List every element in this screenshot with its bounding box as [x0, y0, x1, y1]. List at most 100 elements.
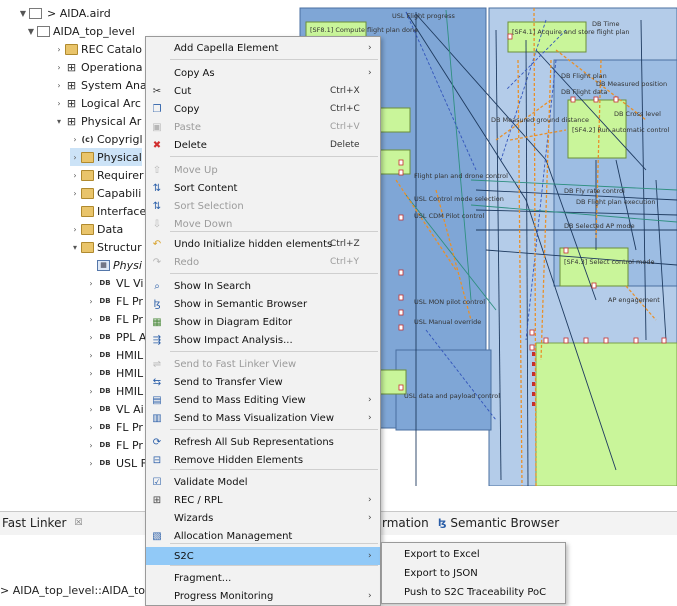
tree-row[interactable]: › Data	[70, 220, 123, 238]
chevron-right-icon[interactable]: ›	[86, 333, 96, 342]
diagram-label[interactable]: USL Manual override	[414, 318, 481, 326]
chevron-right-icon[interactable]: ›	[70, 225, 80, 234]
tree-row[interactable]: › Physical	[70, 148, 142, 166]
menu-item-progress-monitoring[interactable]: Progress Monitoring ›	[146, 587, 380, 605]
menu-item-validate-model[interactable]: ☑ Validate Model	[146, 473, 380, 491]
menu-item-copy[interactable]: ❐ Copy Ctrl+C	[146, 100, 380, 118]
diagram-label[interactable]: DB Measured position	[596, 80, 667, 88]
tree-row[interactable]: › DB HMIL	[86, 364, 143, 382]
diagram-label[interactable]: Flight plan and drone control	[414, 172, 508, 180]
diagram-label[interactable]: DB Cross level	[614, 110, 661, 118]
menu-item-allocation-management[interactable]: ▧ Allocation Management	[146, 527, 380, 545]
menu-item-wizards[interactable]: Wizards ›	[146, 509, 380, 527]
tree-row[interactable]: › REC Catalo	[54, 40, 142, 58]
tab-fast-linker[interactable]: Fast Linker ☒	[2, 516, 82, 530]
diagram-label[interactable]: DB Flight data	[561, 88, 607, 96]
tree-row[interactable]: › DB VL Vi	[86, 274, 143, 292]
chevron-down-icon[interactable]: ▾	[70, 243, 80, 252]
tree-row[interactable]: › (c) Copyrigl	[70, 130, 142, 148]
menu-item-rec-rpl[interactable]: ⊞ REC / RPL ›	[146, 491, 380, 509]
chevron-right-icon[interactable]: ›	[54, 45, 64, 54]
tree-row[interactable]: › DB FL Pr	[86, 436, 143, 454]
menu-item-sort-selection[interactable]: ⇅ Sort Selection	[146, 197, 380, 215]
diagram-label[interactable]: DB Flight plan	[561, 72, 607, 80]
diagram-label[interactable]: USL Control mode selection	[414, 195, 504, 203]
diagram-label[interactable]: USL Flight progress	[392, 12, 455, 20]
chevron-right-icon[interactable]: ›	[86, 351, 96, 360]
menu-item-refresh-all-sub-representations[interactable]: ⟳ Refresh All Sub Representations	[146, 433, 380, 451]
diagram-label[interactable]: DB Selected AP mode	[564, 222, 635, 230]
chevron-down-icon[interactable]: ▼	[18, 9, 28, 18]
menu-item-send-to-fast-linker-view[interactable]: ⇌ Send to Fast Linker View	[146, 355, 380, 373]
diagram-label[interactable]: [SF4.3] Select control mode	[564, 258, 655, 266]
diagram-label[interactable]: DB Measured ground distance	[491, 116, 589, 124]
chevron-down-icon[interactable]: ▼	[26, 27, 36, 36]
tree-row[interactable]: › Capabili	[70, 184, 141, 202]
menu-item-fragment[interactable]: Fragment...	[146, 569, 380, 587]
tree-row[interactable]: › DB FL Pr	[86, 292, 143, 310]
chevron-right-icon[interactable]: ›	[54, 99, 64, 108]
tree-row[interactable]: › DB VL Ai	[86, 400, 143, 418]
chevron-right-icon[interactable]: ›	[86, 369, 96, 378]
tree-row[interactable]: › DB FL Pr	[86, 310, 143, 328]
chevron-down-icon[interactable]: ▾	[54, 117, 64, 126]
menu-item-delete[interactable]: ✖ Delete Delete	[146, 136, 380, 154]
diagram-label[interactable]: [SF4.1] Acquire and store flight plan	[512, 28, 630, 36]
menu-item-send-to-mass-visualization-view[interactable]: ▥ Send to Mass Visualization View ›	[146, 409, 380, 427]
tree-row[interactable]: › ⊞ Logical Arc	[54, 94, 141, 112]
close-icon[interactable]: ☒	[74, 518, 82, 528]
tree-row[interactable]: › Requirer	[70, 166, 143, 184]
chevron-right-icon[interactable]: ›	[70, 171, 80, 180]
tree-row[interactable]: › DB PPL A	[86, 328, 146, 346]
menu-item-sort-content[interactable]: ⇅ Sort Content	[146, 179, 380, 197]
tab-semantic-browser[interactable]: ɮ Semantic Browser	[438, 516, 559, 530]
menu-item-show-in-search[interactable]: ⌕ Show In Search	[146, 277, 380, 295]
diagram-label[interactable]: DB Time	[592, 20, 619, 28]
tree-row[interactable]: › ⊞ System Ana	[54, 76, 146, 94]
tree-row[interactable]: › DB HMIL	[86, 346, 143, 364]
submenu-item-export-json[interactable]: Export to JSON	[382, 564, 565, 582]
menu-item-move-down[interactable]: ⇩ Move Down	[146, 215, 380, 233]
chevron-right-icon[interactable]: ›	[86, 297, 96, 306]
menu-item-copy-as[interactable]: Copy As ›	[146, 64, 380, 82]
diagram-label[interactable]: USL data and payload control	[404, 392, 500, 400]
chevron-right-icon[interactable]: ›	[70, 153, 80, 162]
tree-row-project[interactable]: ▼ AIDA_top_level	[26, 22, 135, 40]
tree-row[interactable]: ▦ Physi	[86, 256, 142, 274]
tree-row[interactable]: ▾ ⊞ Physical Ar	[54, 112, 141, 130]
diagram-label[interactable]: USL CDM Pilot control	[414, 212, 484, 220]
chevron-right-icon[interactable]: ›	[86, 387, 96, 396]
diagram-label[interactable]: DB Flight plan execution	[576, 198, 656, 206]
menu-item-paste[interactable]: ▣ Paste Ctrl+V	[146, 118, 380, 136]
menu-item-s2c[interactable]: S2C ›	[146, 547, 380, 565]
chevron-right-icon[interactable]: ›	[86, 279, 96, 288]
menu-item-remove-hidden-elements[interactable]: ⊟ Remove Hidden Elements	[146, 451, 380, 469]
tab-information[interactable]: rmation	[382, 516, 429, 530]
diagram-label[interactable]: USL MON pilot control	[414, 298, 485, 306]
chevron-right-icon[interactable]: ›	[86, 441, 96, 450]
chevron-right-icon[interactable]: ›	[86, 423, 96, 432]
tree-row[interactable]: Interface	[70, 202, 146, 220]
chevron-right-icon[interactable]: ›	[86, 315, 96, 324]
menu-item-add-capella-element[interactable]: Add Capella Element ›	[146, 39, 380, 57]
diagram-label[interactable]: [SF4.2] Run automatic control	[572, 126, 669, 134]
chevron-right-icon[interactable]: ›	[86, 459, 96, 468]
diagram-label[interactable]: DB Fly rate control	[564, 187, 625, 195]
tree-row[interactable]: ▾ Structur	[70, 238, 142, 256]
menu-item-move-up[interactable]: ⇧ Move Up	[146, 161, 380, 179]
chevron-right-icon[interactable]: ›	[70, 189, 80, 198]
chevron-right-icon[interactable]: ›	[70, 135, 80, 144]
menu-item-send-to-mass-editing-view[interactable]: ▤ Send to Mass Editing View ›	[146, 391, 380, 409]
chevron-right-icon[interactable]: ›	[54, 63, 64, 72]
tree-row[interactable]: › DB FL Pr	[86, 418, 143, 436]
menu-item-undo-initialize-hidden-elements[interactable]: ↶ Undo Initialize hidden elements Ctrl+Z	[146, 235, 380, 253]
menu-item-cut[interactable]: ✂ Cut Ctrl+X	[146, 82, 380, 100]
tree-row[interactable]: › DB HMIL	[86, 382, 143, 400]
chevron-right-icon[interactable]: ›	[86, 405, 96, 414]
menu-item-show-impact-analysis[interactable]: ⇶ Show Impact Analysis...	[146, 331, 380, 349]
submenu-item-push-s2c[interactable]: Push to S2C Traceability PoC	[382, 583, 565, 601]
menu-item-redo[interactable]: ↷ Redo Ctrl+Y	[146, 253, 380, 271]
chevron-right-icon[interactable]: ›	[54, 81, 64, 90]
diagram-label[interactable]: AP engagement	[608, 296, 660, 304]
tree-row-aird[interactable]: ▼ > AIDA.aird	[18, 4, 111, 22]
